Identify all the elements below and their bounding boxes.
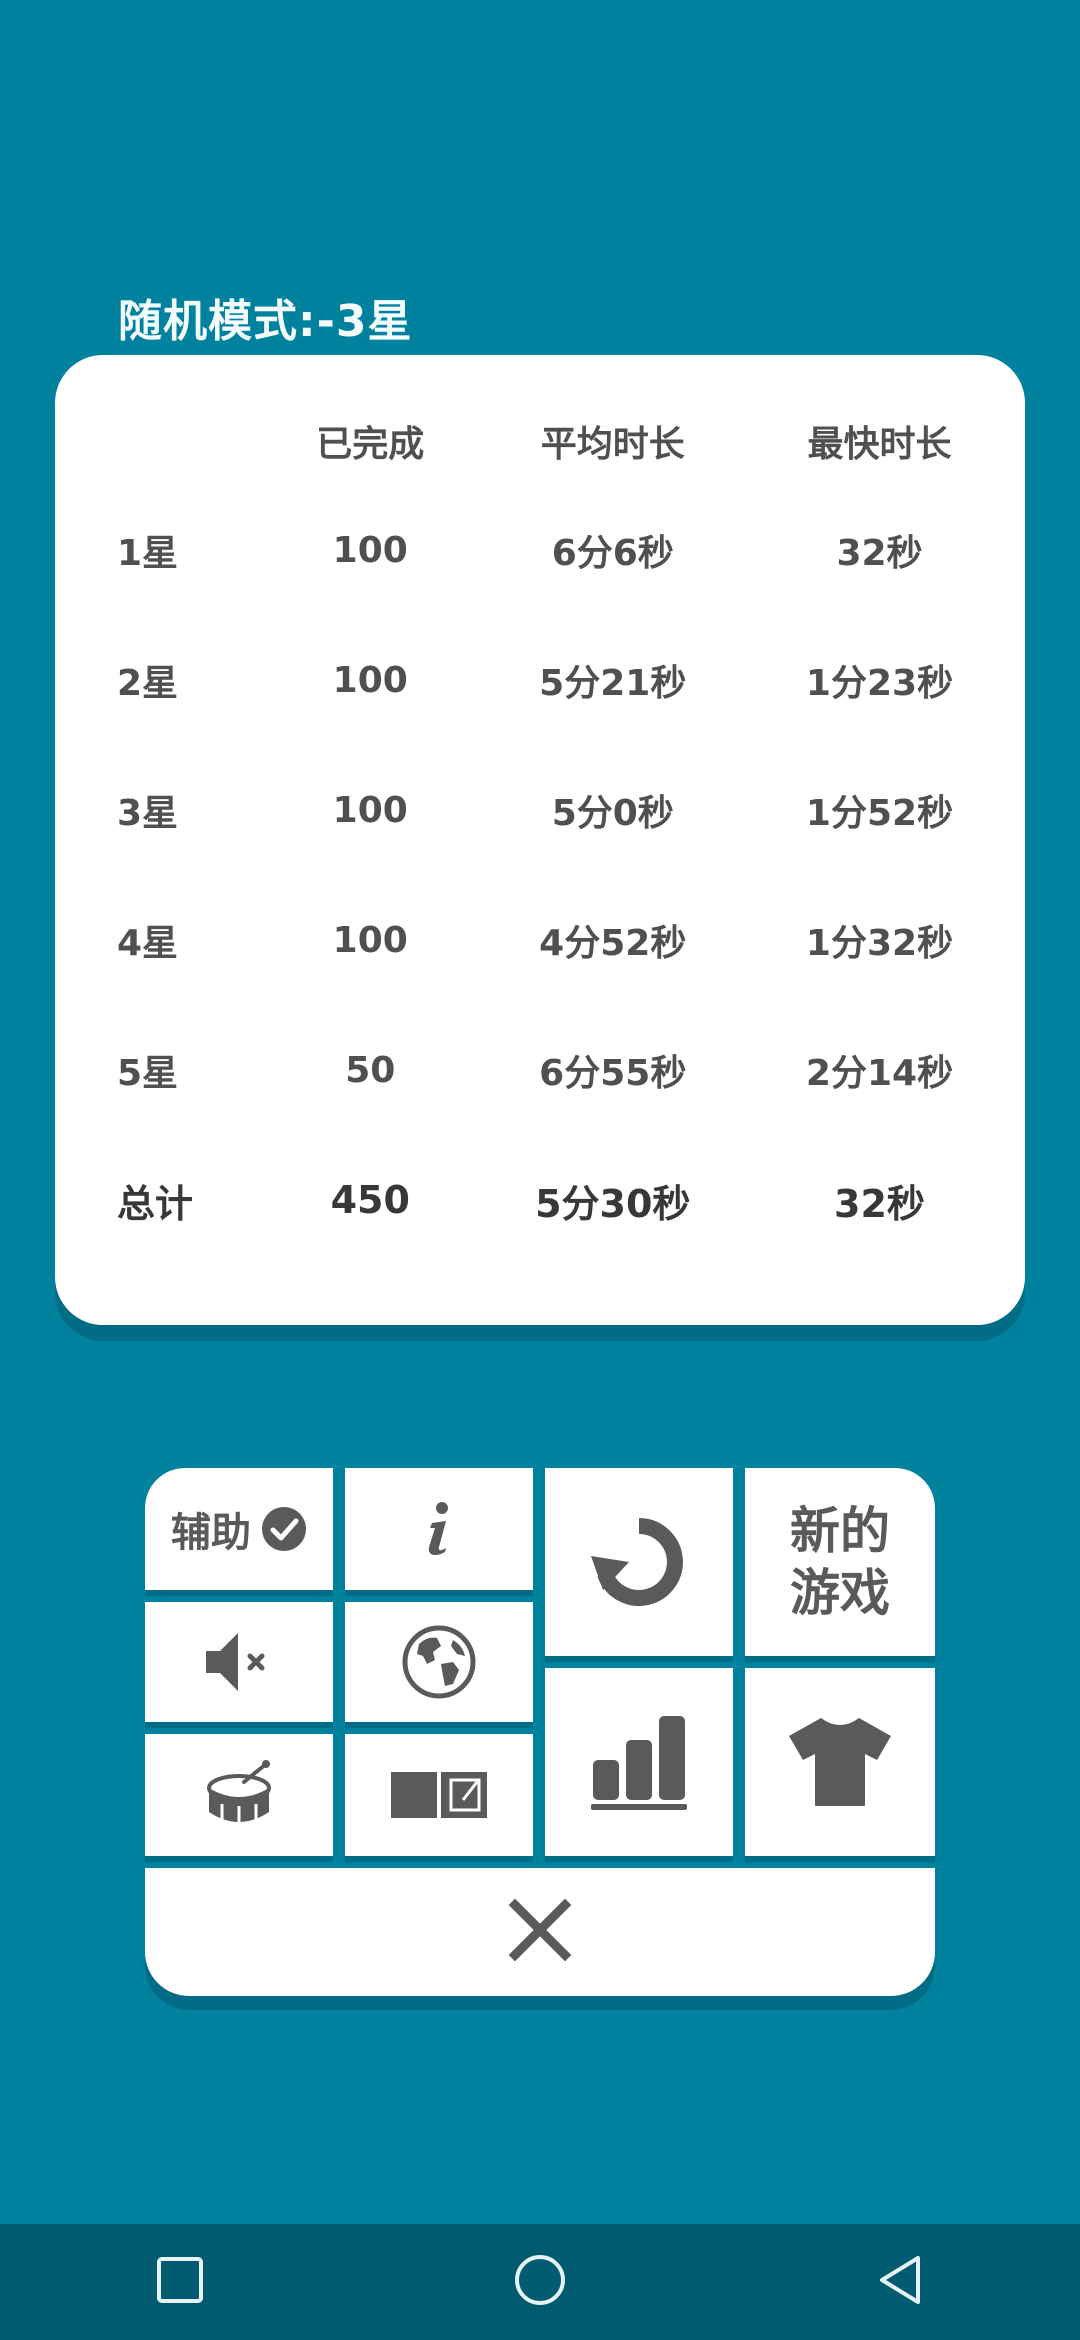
recents-button[interactable]	[80, 2224, 280, 2340]
bar-chart-icon	[587, 1710, 691, 1814]
column-header	[55, 415, 249, 485]
assist-label: 辅助	[171, 1510, 251, 1556]
sound-effects-button[interactable]	[145, 1734, 333, 1856]
drum-icon	[204, 1760, 274, 1830]
stats-card: 已完成 平均时长 最快时长 1星 100 6分6秒 32秒 2星 100 5分2…	[55, 355, 1025, 1325]
row-label: 1星	[117, 533, 179, 574]
completed-cell: 100	[332, 659, 408, 701]
column-header-completed: 已完成	[316, 424, 425, 465]
best-time-cell: 32秒	[836, 533, 923, 574]
circle-home-icon	[514, 2254, 566, 2310]
table-row: 2星 100 5分21秒 1分23秒	[55, 615, 1025, 745]
speaker-muted-icon	[202, 1627, 276, 1697]
notes-toggle-icon	[389, 1770, 489, 1820]
system-navigation-bar	[0, 2224, 1080, 2340]
triangle-back-icon	[876, 2254, 924, 2310]
average-time-cell: 5分21秒	[539, 663, 687, 704]
table-row: 5星 50 6分55秒 2分14秒	[55, 1005, 1025, 1135]
row-label: 2星	[117, 663, 179, 704]
info-icon	[424, 1501, 454, 1557]
statistics-button[interactable]	[545, 1668, 733, 1856]
globe-icon	[401, 1624, 477, 1700]
best-time-cell: 1分52秒	[805, 793, 954, 834]
completed-cell: 100	[332, 919, 408, 961]
language-button[interactable]	[345, 1602, 533, 1722]
total-average-time: 5分30秒	[535, 1181, 691, 1226]
restart-button[interactable]	[545, 1468, 733, 1656]
home-button[interactable]	[440, 2224, 640, 2340]
assist-button[interactable]: 辅助	[145, 1468, 333, 1590]
average-time-cell: 5分0秒	[551, 793, 674, 834]
total-completed: 450	[330, 1178, 410, 1222]
average-time-cell: 4分52秒	[539, 923, 687, 964]
square-recents-icon	[156, 2256, 204, 2308]
table-row: 1星 100 6分6秒 32秒	[55, 485, 1025, 615]
mode-title: 随机模式:-3星	[118, 296, 413, 347]
average-time-cell: 6分55秒	[539, 1053, 687, 1094]
check-circle-icon	[261, 1506, 307, 1552]
average-time-cell: 6分6秒	[551, 533, 674, 574]
completed-cell: 100	[332, 529, 408, 571]
row-label: 4星	[117, 923, 179, 964]
tshirt-icon	[785, 1714, 895, 1810]
notes-mode-button[interactable]	[345, 1734, 533, 1856]
table-row: 3星 100 5分0秒 1分52秒	[55, 745, 1025, 875]
close-button[interactable]	[145, 1868, 935, 1996]
table-row: 4星 100 4分52秒 1分32秒	[55, 875, 1025, 1005]
total-row: 总计 450 5分30秒 32秒	[55, 1135, 1025, 1265]
best-time-cell: 2分14秒	[805, 1053, 954, 1094]
close-icon	[508, 1898, 572, 1965]
new-game-label: 新的游戏	[790, 1502, 890, 1622]
total-label: 总计	[117, 1181, 194, 1226]
info-button[interactable]	[345, 1468, 533, 1590]
row-label: 5星	[117, 1053, 179, 1094]
completed-cell: 50	[345, 1049, 396, 1091]
row-label: 3星	[117, 793, 179, 834]
new-game-button[interactable]: 新的游戏	[745, 1468, 935, 1656]
stats-table: 已完成 平均时长 最快时长 1星 100 6分6秒 32秒 2星 100 5分2…	[55, 415, 1025, 1265]
mute-button[interactable]	[145, 1602, 333, 1722]
theme-button[interactable]	[745, 1668, 935, 1856]
restart-icon	[589, 1512, 689, 1612]
column-header-best-time: 最快时长	[807, 424, 952, 465]
best-time-cell: 1分23秒	[805, 663, 954, 704]
completed-cell: 100	[332, 789, 408, 831]
best-time-cell: 1分32秒	[805, 923, 954, 964]
column-header-average-time: 平均时长	[540, 424, 685, 465]
table-header-row: 已完成 平均时长 最快时长	[55, 415, 1025, 485]
total-best-time: 32秒	[834, 1181, 925, 1226]
back-button[interactable]	[800, 2224, 1000, 2340]
